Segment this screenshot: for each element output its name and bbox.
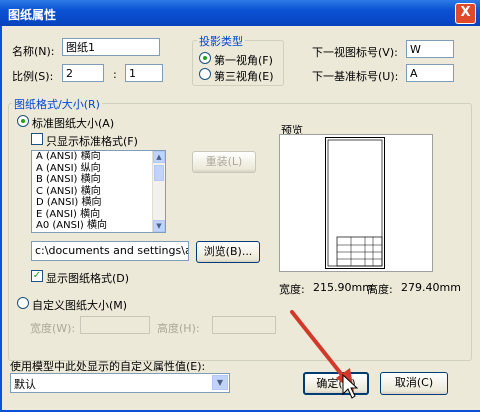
scroll-down-arrow-icon[interactable]: ▼: [153, 220, 165, 232]
list-item[interactable]: E (ANSI) 横向: [32, 209, 165, 221]
browse-button[interactable]: 浏览(B)...: [196, 241, 260, 263]
show-format-checkbox[interactable]: ✓: [31, 270, 43, 282]
name-input[interactable]: 图纸1: [62, 38, 160, 56]
custom-width-label: 宽度(W):: [30, 322, 76, 335]
standard-size-radio[interactable]: [17, 115, 29, 127]
scale-label: 比例(S):: [12, 70, 54, 83]
list-scrollbar[interactable]: ▲ ▼: [152, 151, 165, 232]
mouse-cursor-icon: [342, 374, 358, 399]
list-item[interactable]: C (ANSI) 横向: [32, 186, 165, 198]
custom-width-input[interactable]: [80, 316, 150, 334]
third-angle-radio[interactable]: [199, 68, 211, 80]
sheet-preview-image: [325, 137, 385, 269]
next-datum-input[interactable]: A: [406, 64, 454, 82]
preview-width-label: 宽度:: [279, 283, 305, 296]
custom-height-label: 高度(H):: [157, 322, 200, 335]
standard-size-label: 标准图纸大小(A): [32, 117, 115, 130]
custom-property-select[interactable]: 默认 ▼: [10, 373, 230, 393]
custom-property-value: 默认: [14, 378, 36, 391]
name-label: 名称(N):: [12, 45, 55, 58]
title-bar: 图纸属性 X: [0, 0, 480, 26]
preview-pane: [279, 134, 433, 272]
projection-group-title: 投影类型: [197, 33, 245, 49]
list-item[interactable]: A (ANSI) 纵向: [32, 163, 165, 175]
sheet-size-list[interactable]: A (ANSI) 横向 A (ANSI) 纵向 B (ANSI) 横向 C (A…: [31, 150, 166, 233]
custom-size-label: 自定义图纸大小(M): [32, 299, 128, 312]
first-angle-radio[interactable]: [199, 52, 211, 64]
reload-button[interactable]: 重装(L): [192, 151, 256, 173]
only-standard-checkbox[interactable]: [31, 133, 43, 145]
list-item[interactable]: B (ANSI) 横向: [32, 174, 165, 186]
close-button[interactable]: X: [455, 3, 476, 24]
preview-width-value: 215.90mm: [313, 281, 373, 294]
list-item[interactable]: D (ANSI) 横向: [32, 197, 165, 209]
next-view-label: 下一视图标号(V):: [312, 46, 398, 59]
cancel-button[interactable]: 取消(C): [380, 372, 448, 395]
first-angle-label: 第一视角(F): [214, 54, 273, 67]
next-view-input[interactable]: W: [406, 40, 454, 58]
format-path-input[interactable]: c:\documents and settings\all: [31, 241, 189, 261]
custom-property-label: 使用模型中此处显示的自定义属性值(E):: [10, 360, 206, 373]
only-standard-label: 只显示标准格式(F): [46, 135, 138, 148]
scale-denominator-input[interactable]: 1: [125, 64, 163, 82]
chevron-down-icon[interactable]: ▼: [212, 375, 228, 390]
scale-numerator-input[interactable]: 2: [62, 64, 104, 82]
preview-height-value: 279.40mm: [401, 281, 461, 294]
scroll-thumb[interactable]: [154, 165, 164, 181]
next-datum-label: 下一基准标号(U):: [312, 70, 399, 83]
custom-height-input[interactable]: [212, 316, 276, 334]
scale-separator: :: [113, 68, 117, 81]
preview-height-label: 高度:: [367, 283, 393, 296]
third-angle-label: 第三视角(E): [214, 70, 274, 83]
show-format-label: 显示图纸格式(D): [46, 272, 130, 285]
scroll-up-arrow-icon[interactable]: ▲: [153, 151, 165, 163]
window-title: 图纸属性: [8, 8, 57, 22]
list-item[interactable]: A (ANSI) 横向: [32, 151, 165, 163]
custom-size-radio[interactable]: [17, 297, 29, 309]
list-item[interactable]: A0 (ANSI) 横向: [32, 220, 165, 232]
sheet-format-title: 图纸格式/大小(R): [12, 96, 102, 112]
